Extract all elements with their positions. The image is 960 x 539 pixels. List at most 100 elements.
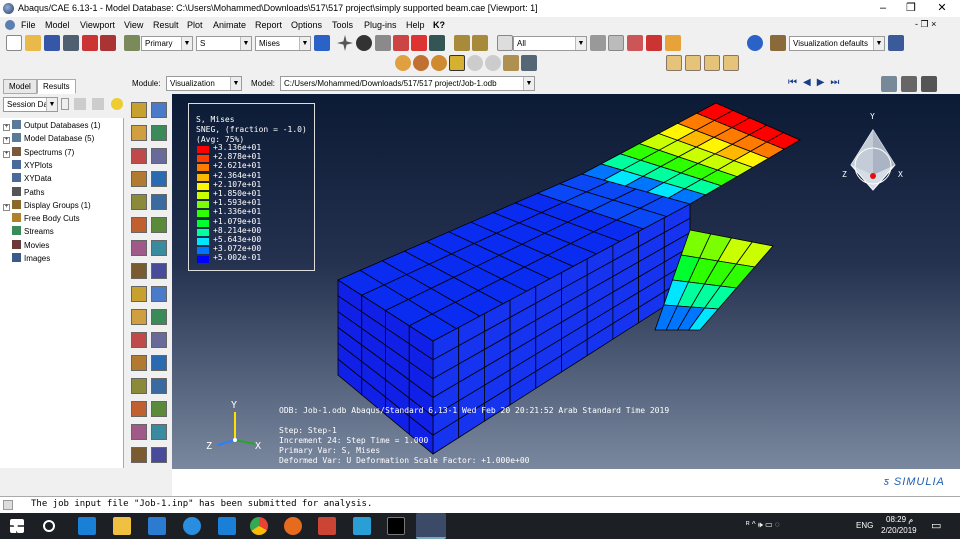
redo-icon[interactable] [485, 55, 501, 71]
internet-explorer-icon[interactable] [183, 517, 201, 535]
tree-item[interactable]: +Paths [3, 186, 44, 199]
menu-plot[interactable]: Plot [187, 20, 203, 30]
undo-icon[interactable] [467, 55, 483, 71]
pan-icon[interactable] [337, 35, 353, 51]
perspective-icon[interactable] [503, 55, 519, 71]
toolbox-tool-icon[interactable] [151, 401, 167, 417]
toolbox-tool-icon[interactable] [131, 447, 147, 463]
box-zoom-icon[interactable] [393, 35, 409, 51]
session-select[interactable]: Session Dat ▼ [3, 97, 58, 112]
tray-icons[interactable]: ᴿ ^ 🕪 ▭ ◌ [746, 520, 780, 530]
toolbox-tool-icon[interactable] [151, 355, 167, 371]
tree-item[interactable]: + Spectrums (7) [3, 146, 74, 159]
tree-item[interactable]: +XYPlots [3, 159, 52, 172]
magnify-icon[interactable] [375, 35, 391, 51]
select-cursor-icon[interactable] [497, 35, 513, 51]
invariant-select[interactable]: Mises ▼ [255, 36, 311, 51]
edge-icon[interactable] [78, 517, 96, 535]
toolbox-tool-icon[interactable] [151, 378, 167, 394]
highlight-bulb-icon[interactable] [111, 98, 123, 110]
expand-icon[interactable]: + [3, 150, 10, 158]
menu-file[interactable]: File [21, 20, 36, 30]
toolbox-tool-icon[interactable] [131, 332, 147, 348]
front-view-icon[interactable] [685, 55, 701, 71]
toolbox-tool-icon[interactable] [131, 309, 147, 325]
info-icon[interactable] [747, 35, 763, 51]
highlight-icon[interactable] [665, 35, 681, 51]
file-explorer-icon[interactable] [113, 517, 131, 535]
top-view-icon[interactable] [704, 55, 720, 71]
command-prompt-icon[interactable] [387, 517, 405, 535]
menu-viewport[interactable]: Viewport [80, 20, 115, 30]
view-manager-icon[interactable] [770, 35, 786, 51]
toolbox-tool-icon[interactable] [151, 240, 167, 256]
tab-results[interactable]: Results [37, 79, 76, 94]
toolbox-tool-icon[interactable] [131, 102, 147, 118]
color-code-icon[interactable] [888, 35, 904, 51]
measure-icon[interactable] [472, 35, 488, 51]
auto-fit-icon[interactable] [411, 35, 427, 51]
cycle-views-icon[interactable] [429, 35, 445, 51]
open-file-icon[interactable] [25, 35, 41, 51]
tree-item[interactable]: +XYData [3, 173, 52, 185]
render-style-filled-icon[interactable] [431, 55, 447, 71]
iso-view-icon[interactable] [666, 55, 682, 71]
toolbox-tool-icon[interactable] [151, 148, 167, 164]
clock-time[interactable]: 08:29 م [886, 515, 913, 524]
expand-icon[interactable]: + [3, 124, 10, 131]
search-icon[interactable] [43, 520, 55, 532]
tree-item[interactable]: +Movies [3, 239, 49, 252]
toolbox-tool-icon[interactable] [151, 332, 167, 348]
render-style-shaded-icon[interactable] [449, 55, 465, 71]
tree-item[interactable]: + Output Databases (1) [3, 120, 100, 132]
menu-model[interactable]: Model [45, 20, 70, 30]
toolbox-tool-icon[interactable] [151, 171, 167, 187]
tab-model[interactable]: Model [3, 79, 37, 94]
selection-filter-select[interactable]: All ▼ [513, 36, 587, 51]
toolbox-tool-icon[interactable] [131, 401, 147, 417]
store-icon[interactable] [148, 517, 166, 535]
toolbox-tool-icon[interactable] [151, 286, 167, 302]
toolbox-tool-icon[interactable] [151, 194, 167, 210]
toolbox-tool-icon[interactable] [151, 217, 167, 233]
menu-options[interactable]: Options [291, 20, 322, 30]
refresh-icon[interactable] [314, 35, 330, 51]
export-icon[interactable] [100, 35, 116, 51]
message-tab-icon[interactable] [3, 500, 13, 510]
firefox-icon[interactable] [284, 517, 302, 535]
grid-icon[interactable] [521, 55, 537, 71]
menu-tools[interactable]: Tools [332, 20, 353, 30]
menu-view[interactable]: View [124, 20, 143, 30]
new-file-icon[interactable] [6, 35, 22, 51]
skype-icon[interactable] [353, 517, 371, 535]
animation-controls[interactable]: ⏮◀▶⏭ [788, 77, 845, 88]
view-cube-icon[interactable] [845, 120, 905, 195]
variable-select[interactable]: S ▼ [196, 36, 252, 51]
chrome-icon[interactable] [250, 517, 268, 535]
toolbox-tool-icon[interactable] [131, 148, 147, 164]
select-from-viewport-icon[interactable] [608, 35, 624, 51]
abaqus-menu-icon[interactable] [5, 20, 15, 30]
image-capture-icon[interactable] [921, 76, 937, 92]
expand-icon[interactable]: + [3, 203, 10, 211]
menu-help[interactable]: Help [406, 20, 425, 30]
toolbox-tool-icon[interactable] [151, 424, 167, 440]
tree-item[interactable]: +Free Body Cuts [3, 213, 80, 225]
query-icon[interactable] [454, 35, 470, 51]
field-output-icon[interactable] [124, 35, 140, 51]
menu-report[interactable]: Report [255, 20, 282, 30]
tree-item[interactable]: +Images [3, 253, 50, 265]
toolbox-tool-icon[interactable] [131, 217, 147, 233]
side-view-icon[interactable] [723, 55, 739, 71]
minimize-button[interactable]: – [868, 1, 898, 16]
movie-icon[interactable] [881, 76, 897, 92]
edge-alt-icon[interactable] [218, 517, 236, 535]
expand-icon[interactable]: + [3, 137, 10, 145]
toolbox-tool-icon[interactable] [151, 309, 167, 325]
rotate-icon[interactable] [356, 35, 372, 51]
tree-item[interactable]: + Display Groups (1) [3, 199, 91, 212]
toolbox-tool-icon[interactable] [131, 378, 147, 394]
tree-item[interactable]: +Streams [3, 226, 54, 238]
menu-animate[interactable]: Animate [213, 20, 246, 30]
toolbox-tool-icon[interactable] [151, 102, 167, 118]
